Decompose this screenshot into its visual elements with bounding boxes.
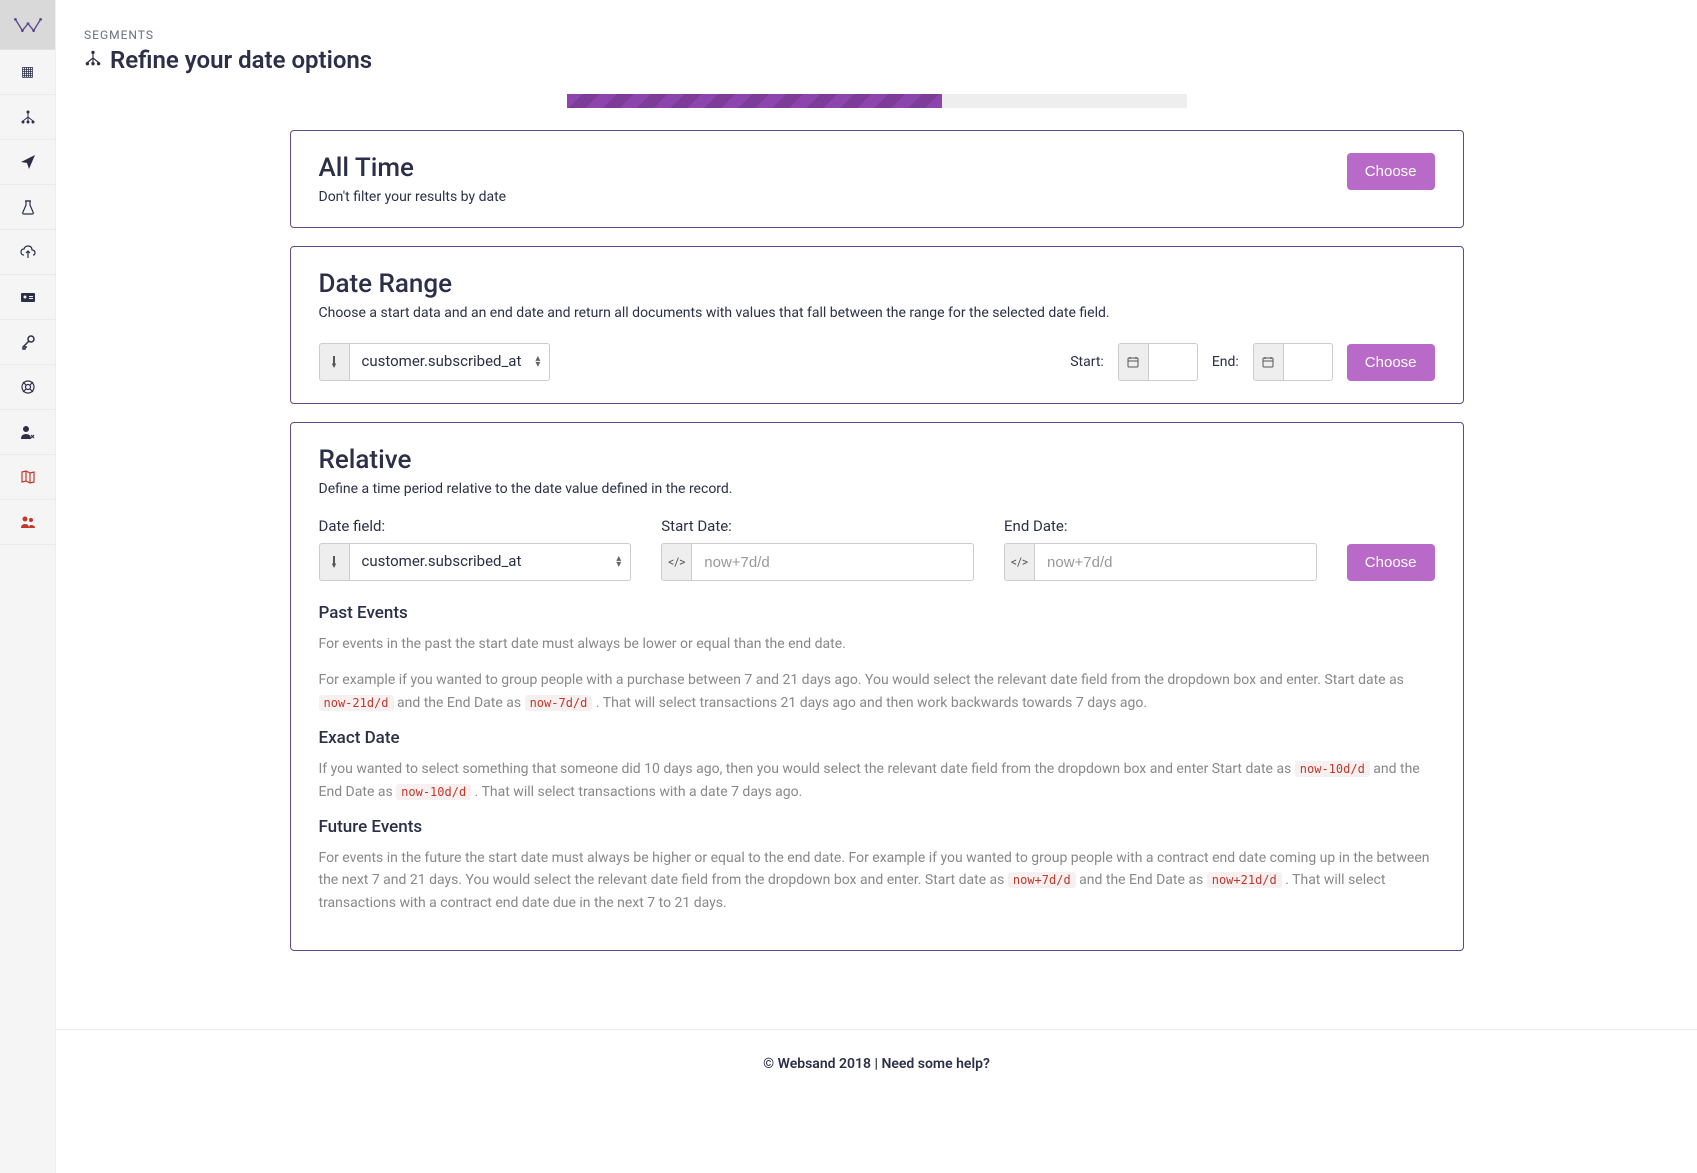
nav-support[interactable] bbox=[0, 365, 55, 410]
help-text: If you wanted to select something that s… bbox=[319, 758, 1435, 803]
end-label: End: bbox=[1212, 354, 1239, 370]
cloud-upload-icon bbox=[20, 244, 36, 260]
start-label: Start: bbox=[1070, 354, 1104, 370]
choose-button-date-range[interactable]: Choose bbox=[1347, 344, 1435, 381]
relative-start-field[interactable] bbox=[691, 543, 974, 581]
sidebar: ▦ bbox=[0, 0, 56, 1173]
end-date-input[interactable] bbox=[1253, 343, 1333, 381]
nav-user-remove[interactable] bbox=[0, 410, 55, 455]
progress-bar bbox=[567, 94, 1187, 108]
hierarchy-icon bbox=[84, 49, 102, 71]
code-icon: </> bbox=[661, 543, 691, 581]
start-date-label: Start Date: bbox=[661, 517, 974, 535]
nav-users[interactable] bbox=[0, 500, 55, 545]
id-card-icon bbox=[20, 289, 36, 305]
exact-date-heading: Exact Date bbox=[319, 728, 1435, 748]
code-icon: </> bbox=[1004, 543, 1034, 581]
flask-icon bbox=[20, 199, 36, 215]
card-all-time: All Time Don't filter your results by da… bbox=[290, 130, 1464, 228]
choose-button-all-time[interactable]: Choose bbox=[1347, 153, 1435, 190]
date-field-select[interactable]: customer.subscribed_at ▴▾ bbox=[319, 343, 551, 381]
code-sample: now-10d/d bbox=[1295, 761, 1370, 777]
code-sample: now-10d/d bbox=[396, 784, 471, 800]
logo[interactable] bbox=[0, 0, 55, 50]
card-title: All Time bbox=[319, 153, 507, 183]
code-sample: now-21d/d bbox=[319, 695, 394, 711]
start-date-input[interactable] bbox=[1118, 343, 1198, 381]
nav-segments[interactable] bbox=[0, 95, 55, 140]
footer: © Websand 2018 | Need some help? bbox=[56, 1029, 1697, 1098]
grid-icon: ▦ bbox=[21, 64, 34, 80]
page-header: SEGMENTS Refine your date options bbox=[56, 0, 1697, 84]
nav-lab[interactable] bbox=[0, 185, 55, 230]
end-date-field[interactable] bbox=[1283, 343, 1333, 381]
code-sample: now+21d/d bbox=[1207, 872, 1282, 888]
card-title: Date Range bbox=[319, 269, 1435, 299]
help-text: For example if you wanted to group peopl… bbox=[319, 669, 1435, 714]
relative-end-field[interactable] bbox=[1034, 543, 1317, 581]
relative-date-field-select[interactable]: customer.subscribed_at ▴▾ bbox=[319, 543, 632, 581]
calendar-icon bbox=[1253, 343, 1283, 381]
help-text: For events in the future the start date … bbox=[319, 847, 1435, 914]
future-events-heading: Future Events bbox=[319, 817, 1435, 837]
nav-card[interactable] bbox=[0, 275, 55, 320]
choose-button-relative[interactable]: Choose bbox=[1347, 544, 1435, 581]
card-subtitle: Don't filter your results by date bbox=[319, 189, 507, 205]
breadcrumb: SEGMENTS bbox=[84, 28, 1697, 42]
card-subtitle: Define a time period relative to the dat… bbox=[319, 481, 1435, 497]
card-relative: Relative Define a time period relative t… bbox=[290, 422, 1464, 951]
help-text: For events in the past the start date mu… bbox=[319, 633, 1435, 655]
hierarchy-icon bbox=[20, 109, 36, 125]
nav-send[interactable] bbox=[0, 140, 55, 185]
date-field-label: Date field: bbox=[319, 517, 632, 535]
code-sample: now-7d/d bbox=[525, 695, 593, 711]
nav-dashboard[interactable]: ▦ bbox=[0, 50, 55, 95]
paper-plane-icon bbox=[20, 154, 36, 170]
end-date-label: End Date: bbox=[1004, 517, 1317, 535]
nav-key[interactable] bbox=[0, 320, 55, 365]
lifebuoy-icon bbox=[20, 379, 36, 395]
select-value: customer.subscribed_at bbox=[349, 343, 551, 381]
nav-flag[interactable] bbox=[0, 455, 55, 500]
card-title: Relative bbox=[319, 445, 1435, 475]
page-title: Refine your date options bbox=[110, 46, 372, 74]
key-icon bbox=[20, 334, 36, 350]
relative-end-input[interactable]: </> bbox=[1004, 543, 1317, 581]
progress-fill bbox=[567, 94, 942, 108]
users-icon bbox=[20, 514, 36, 530]
map-icon bbox=[20, 469, 36, 485]
nav-upload[interactable] bbox=[0, 230, 55, 275]
select-value: customer.subscribed_at bbox=[349, 543, 632, 581]
past-events-heading: Past Events bbox=[319, 603, 1435, 623]
filter-icon bbox=[319, 543, 349, 581]
logo-icon bbox=[14, 16, 42, 34]
user-x-icon bbox=[20, 424, 36, 440]
relative-start-input[interactable]: </> bbox=[661, 543, 974, 581]
card-date-range: Date Range Choose a start data and an en… bbox=[290, 246, 1464, 404]
calendar-icon bbox=[1118, 343, 1148, 381]
start-date-field[interactable] bbox=[1148, 343, 1198, 381]
card-subtitle: Choose a start data and an end date and … bbox=[319, 305, 1435, 321]
code-sample: now+7d/d bbox=[1008, 872, 1076, 888]
filter-icon bbox=[319, 343, 349, 381]
